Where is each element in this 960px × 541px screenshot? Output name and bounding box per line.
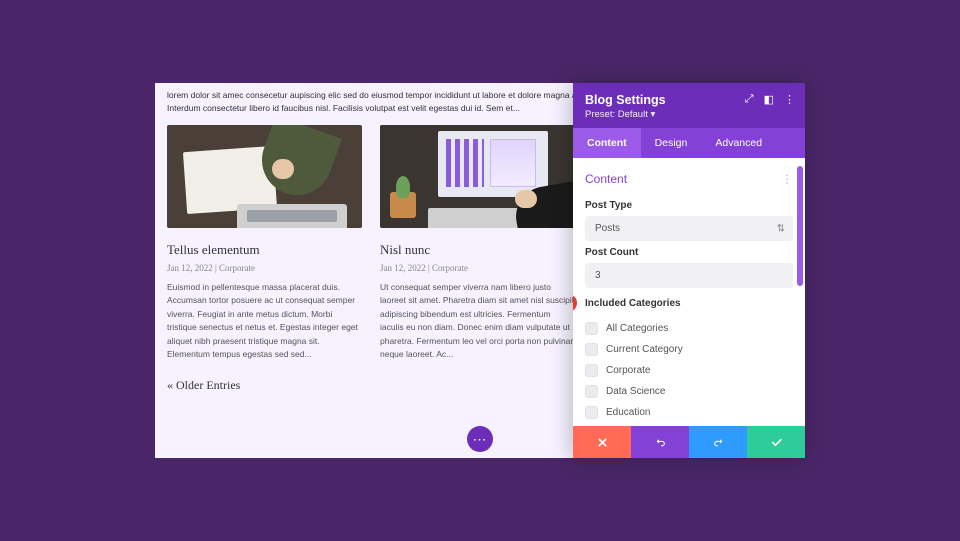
- cancel-button[interactable]: [573, 426, 631, 458]
- expand-icon[interactable]: ⤢: [745, 93, 754, 106]
- panel-tabs: Content Design Advanced: [573, 128, 805, 158]
- module-options-fab[interactable]: ⋯: [467, 426, 493, 452]
- card-title[interactable]: Tellus elementum: [167, 242, 362, 258]
- category-label: Corporate: [606, 365, 650, 376]
- panel-preset[interactable]: Preset: Default ▾: [585, 109, 793, 120]
- redo-button[interactable]: [689, 426, 747, 458]
- post-count-input[interactable]: 3: [585, 263, 793, 288]
- settings-panel: Blog Settings Preset: Default ▾ ⤢ ◧ ⋮ Co…: [573, 83, 805, 458]
- category-item[interactable]: Current Category: [585, 339, 793, 360]
- category-list: All Categories Current Category Corporate D…: [585, 318, 793, 426]
- close-icon: [596, 436, 609, 449]
- section-header[interactable]: Content ⋮: [585, 168, 793, 194]
- card-excerpt: Ut consequat semper viverra nam libero j…: [380, 281, 575, 363]
- category-item[interactable]: Education: [585, 402, 793, 423]
- chevron-down-icon: ▾: [650, 109, 655, 120]
- tab-design[interactable]: Design: [641, 128, 702, 158]
- category-label: Current Category: [606, 344, 683, 355]
- category-item[interactable]: All Categories: [585, 318, 793, 339]
- more-icon[interactable]: ⋮: [784, 93, 795, 106]
- checkbox[interactable]: [585, 364, 598, 377]
- apply-button[interactable]: [747, 426, 805, 458]
- blog-card: Tellus elementum Jan 12, 2022 | Corporat…: [167, 125, 362, 363]
- category-item[interactable]: Fashion Design: [585, 423, 793, 426]
- annotation-badge: 1: [573, 294, 577, 312]
- panel-footer: [573, 426, 805, 458]
- redo-icon: [712, 436, 725, 449]
- checkbox[interactable]: [585, 322, 598, 335]
- more-icon[interactable]: ⋮: [781, 172, 793, 186]
- category-label: Education: [606, 407, 650, 418]
- card-title[interactable]: Nisl nunc: [380, 242, 575, 258]
- tab-content[interactable]: Content: [573, 128, 641, 158]
- category-item[interactable]: Corporate: [585, 360, 793, 381]
- scrollbar[interactable]: [797, 166, 803, 424]
- checkbox[interactable]: [585, 343, 598, 356]
- checkbox[interactable]: [585, 385, 598, 398]
- post-count-label: Post Count: [585, 247, 793, 258]
- panel-header: Blog Settings Preset: Default ▾ ⤢ ◧ ⋮: [573, 83, 805, 128]
- category-label: All Categories: [606, 323, 668, 334]
- tab-advanced[interactable]: Advanced: [701, 128, 776, 158]
- card-meta: Jan 12, 2022 | Corporate: [167, 263, 362, 273]
- post-type-label: Post Type: [585, 200, 793, 211]
- panel-body: Content ⋮ Post Type Posts ⇅ Post Count 3…: [573, 158, 805, 426]
- ellipsis-icon: ⋯: [473, 431, 488, 448]
- checkbox[interactable]: [585, 406, 598, 419]
- category-item[interactable]: Data Science: [585, 381, 793, 402]
- undo-button[interactable]: [631, 426, 689, 458]
- updown-icon: ⇅: [777, 223, 785, 234]
- categories-label: Included Categories: [585, 298, 681, 309]
- card-thumbnail[interactable]: [167, 125, 362, 228]
- undo-icon: [654, 436, 667, 449]
- category-label: Data Science: [606, 386, 665, 397]
- snap-icon[interactable]: ◧: [764, 93, 774, 106]
- card-thumbnail[interactable]: [380, 125, 575, 228]
- blog-card: Nisl nunc Jan 12, 2022 | Corporate Ut co…: [380, 125, 575, 363]
- check-icon: [770, 436, 783, 449]
- card-meta: Jan 12, 2022 | Corporate: [380, 263, 575, 273]
- card-excerpt: Euismod in pellentesque massa placerat d…: [167, 281, 362, 363]
- post-type-select[interactable]: Posts ⇅: [585, 216, 793, 241]
